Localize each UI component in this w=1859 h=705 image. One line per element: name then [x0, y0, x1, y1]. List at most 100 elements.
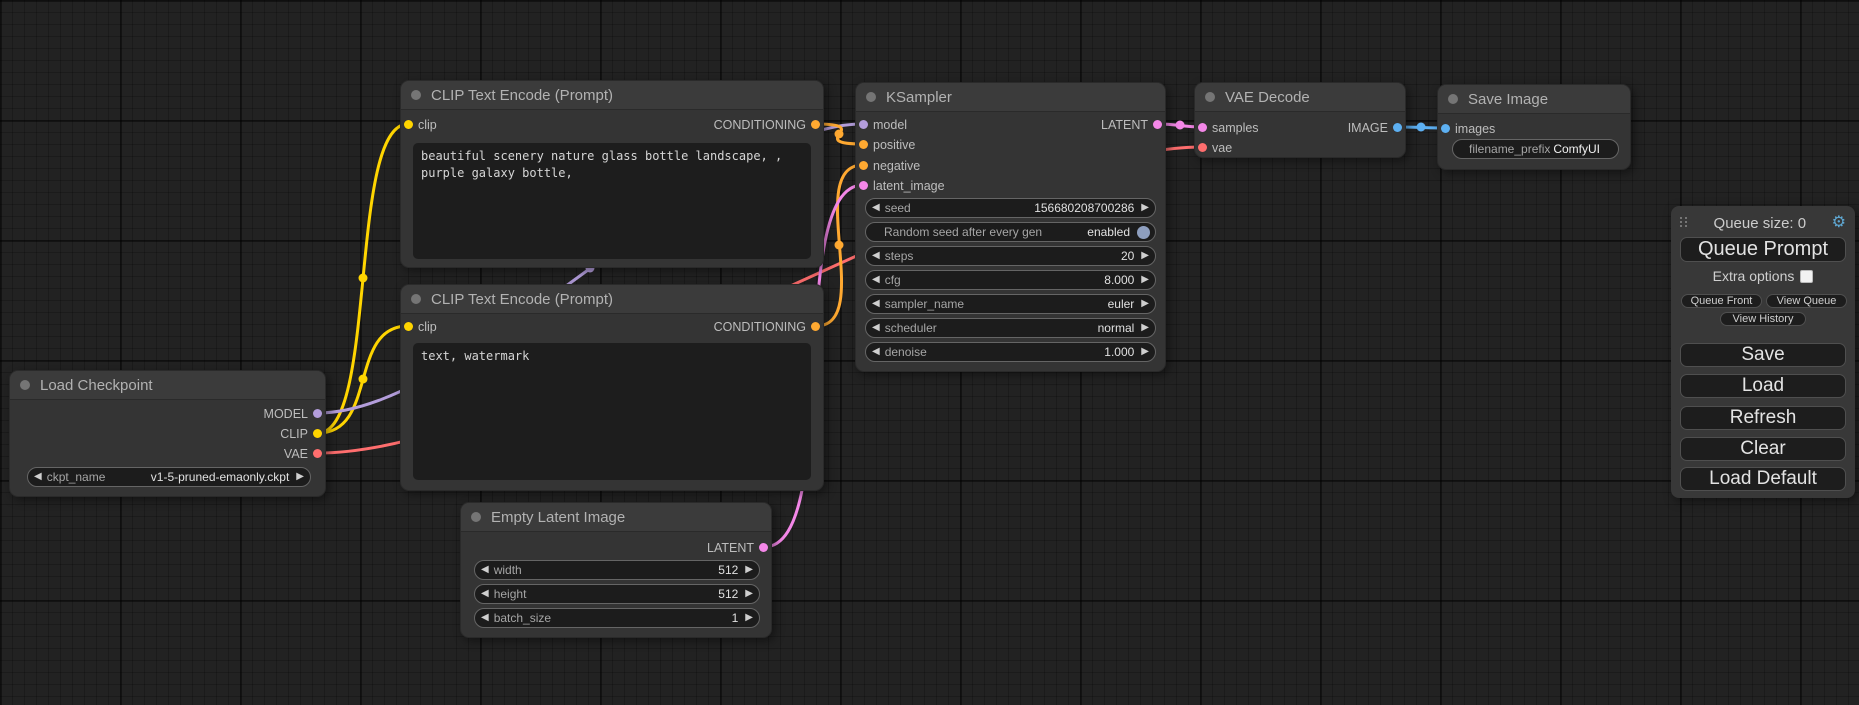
- ckpt-name-widget[interactable]: ◀ ckpt_name v1-5-pruned-emaonly.ckpt ▶: [27, 467, 311, 487]
- image-output-slot[interactable]: [1393, 123, 1402, 132]
- collapse-dot-icon[interactable]: [471, 512, 481, 522]
- height-widget[interactable]: ◀ height 512 ▶: [474, 584, 760, 604]
- clear-button[interactable]: Clear: [1680, 437, 1846, 461]
- refresh-button[interactable]: Refresh: [1680, 406, 1846, 430]
- node-save-image[interactable]: Save Image images filename_prefix ComfyU…: [1437, 84, 1631, 170]
- stepper-right-icon[interactable]: ▶: [745, 589, 753, 599]
- link-midpoint-dot[interactable]: [359, 274, 368, 283]
- scheduler-widget[interactable]: ◀ scheduler normal ▶: [865, 318, 1156, 338]
- clip-input-slot[interactable]: [404, 120, 413, 129]
- stepper-right-icon[interactable]: ▶: [1141, 251, 1149, 261]
- node-title-bar[interactable]: CLIP Text Encode (Prompt): [401, 81, 823, 110]
- node-empty-latent-image[interactable]: Empty Latent Image LATENT ◀ width 512 ▶ …: [460, 502, 772, 638]
- load-default-button[interactable]: Load Default: [1680, 467, 1846, 491]
- queue-panel[interactable]: Queue size: 0 ⚙ Queue Prompt Extra optio…: [1671, 206, 1855, 498]
- node-title-bar[interactable]: Empty Latent Image: [461, 503, 771, 532]
- images-input-slot[interactable]: [1441, 124, 1450, 133]
- collapse-dot-icon[interactable]: [411, 294, 421, 304]
- node-vae-decode[interactable]: VAE Decode samples vae IMAGE: [1194, 82, 1406, 158]
- conditioning-output-slot[interactable]: [811, 120, 820, 129]
- view-history-button[interactable]: View History: [1720, 312, 1806, 326]
- stepper-left-icon[interactable]: ◀: [872, 251, 880, 261]
- node-clip-text-encode-positive[interactable]: CLIP Text Encode (Prompt) clip CONDITION…: [400, 80, 824, 268]
- seed-widget[interactable]: ◀ seed 156680208700286 ▶: [865, 198, 1156, 218]
- collapse-dot-icon[interactable]: [1205, 92, 1215, 102]
- denoise-widget[interactable]: ◀ denoise 1.000 ▶: [865, 342, 1156, 362]
- stepper-left-icon[interactable]: ◀: [481, 589, 489, 599]
- vae-input-slot[interactable]: [1198, 143, 1207, 152]
- load-button[interactable]: Load: [1680, 374, 1846, 398]
- widget-value: 1: [732, 611, 739, 625]
- stepper-left-icon[interactable]: ◀: [481, 613, 489, 623]
- node-title: VAE Decode: [1225, 89, 1310, 106]
- sampler-name-widget[interactable]: ◀ sampler_name euler ▶: [865, 294, 1156, 314]
- stepper-right-icon[interactable]: ▶: [745, 613, 753, 623]
- view-queue-button[interactable]: View Queue: [1766, 294, 1847, 308]
- queue-front-button[interactable]: Queue Front: [1681, 294, 1762, 308]
- clip-output-slot[interactable]: [313, 429, 322, 438]
- prompt-textarea[interactable]: beautiful scenery nature glass bottle la…: [413, 143, 811, 259]
- latent-output-slot[interactable]: [1153, 120, 1162, 129]
- stepper-right-icon[interactable]: ▶: [1141, 347, 1149, 357]
- node-clip-text-encode-negative[interactable]: CLIP Text Encode (Prompt) clip CONDITION…: [400, 284, 824, 491]
- model-input-slot[interactable]: [859, 120, 868, 129]
- collapse-dot-icon[interactable]: [866, 92, 876, 102]
- stepper-right-icon[interactable]: ▶: [1141, 299, 1149, 309]
- node-title-bar[interactable]: Save Image: [1438, 85, 1630, 114]
- node-ksampler[interactable]: KSampler model positive negative latent_…: [855, 82, 1166, 372]
- node-load-checkpoint[interactable]: Load Checkpoint MODEL CLIP VAE ◀ ckpt_na…: [9, 370, 326, 497]
- stepper-left-icon[interactable]: ◀: [872, 275, 880, 285]
- positive-input-slot[interactable]: [859, 140, 868, 149]
- stepper-left-icon[interactable]: ◀: [872, 347, 880, 357]
- cfg-widget[interactable]: ◀ cfg 8.000 ▶: [865, 270, 1156, 290]
- model-output-slot[interactable]: [313, 409, 322, 418]
- latent-output-slot[interactable]: [759, 543, 768, 552]
- filename-prefix-widget[interactable]: filename_prefix ComfyUI: [1452, 139, 1619, 159]
- widget-label: width: [494, 563, 522, 577]
- link-midpoint-dot[interactable]: [1176, 121, 1185, 130]
- clip-input-slot[interactable]: [404, 322, 413, 331]
- queue-prompt-button[interactable]: Queue Prompt: [1680, 237, 1846, 262]
- node-title-bar[interactable]: KSampler: [856, 83, 1165, 112]
- width-widget[interactable]: ◀ width 512 ▶: [474, 560, 760, 580]
- widget-value: enabled: [1087, 225, 1130, 239]
- stepper-left-icon[interactable]: ◀: [872, 299, 880, 309]
- stepper-right-icon[interactable]: ▶: [1141, 203, 1149, 213]
- conditioning-output-slot[interactable]: [811, 322, 820, 331]
- drag-handle-icon[interactable]: [1680, 217, 1688, 229]
- stepper-left-icon[interactable]: ◀: [872, 323, 880, 333]
- collapse-dot-icon[interactable]: [1448, 94, 1458, 104]
- stepper-right-icon[interactable]: ▶: [1141, 323, 1149, 333]
- node-title-bar[interactable]: VAE Decode: [1195, 83, 1405, 112]
- collapse-dot-icon[interactable]: [20, 380, 30, 390]
- vae-output-slot[interactable]: [313, 449, 322, 458]
- steps-widget[interactable]: ◀ steps 20 ▶: [865, 246, 1156, 266]
- gear-icon[interactable]: ⚙: [1832, 215, 1846, 231]
- link-midpoint-dot[interactable]: [835, 130, 844, 139]
- collapse-dot-icon[interactable]: [411, 90, 421, 100]
- node-title-bar[interactable]: Load Checkpoint: [10, 371, 325, 400]
- stepper-right-icon[interactable]: ▶: [745, 565, 753, 575]
- node-graph-canvas[interactable]: Load Checkpoint MODEL CLIP VAE ◀ ckpt_na…: [0, 0, 1859, 705]
- samples-input-slot[interactable]: [1198, 123, 1207, 132]
- node-title-bar[interactable]: CLIP Text Encode (Prompt): [401, 285, 823, 314]
- save-button[interactable]: Save: [1680, 343, 1846, 367]
- stepper-right-icon[interactable]: ▶: [1141, 275, 1149, 285]
- widget-label: cfg: [885, 273, 901, 287]
- prompt-textarea[interactable]: text, watermark: [413, 343, 811, 480]
- stepper-right-icon[interactable]: ▶: [296, 472, 304, 482]
- batch-size-widget[interactable]: ◀ batch_size 1 ▶: [474, 608, 760, 628]
- toggle-knob-icon[interactable]: [1137, 226, 1150, 239]
- extra-options-checkbox[interactable]: [1800, 270, 1813, 283]
- negative-input-slot[interactable]: [859, 161, 868, 170]
- latent-image-input-slot[interactable]: [859, 181, 868, 190]
- link-midpoint-dot[interactable]: [1417, 123, 1426, 132]
- stepper-left-icon[interactable]: ◀: [481, 565, 489, 575]
- stepper-left-icon[interactable]: ◀: [872, 203, 880, 213]
- random-seed-toggle[interactable]: Random seed after every gen enabled: [865, 222, 1156, 242]
- input-label: vae: [1212, 141, 1232, 155]
- widget-label: filename_prefix: [1469, 142, 1550, 156]
- stepper-left-icon[interactable]: ◀: [34, 472, 42, 482]
- link-midpoint-dot[interactable]: [359, 375, 368, 384]
- link-midpoint-dot[interactable]: [835, 241, 844, 250]
